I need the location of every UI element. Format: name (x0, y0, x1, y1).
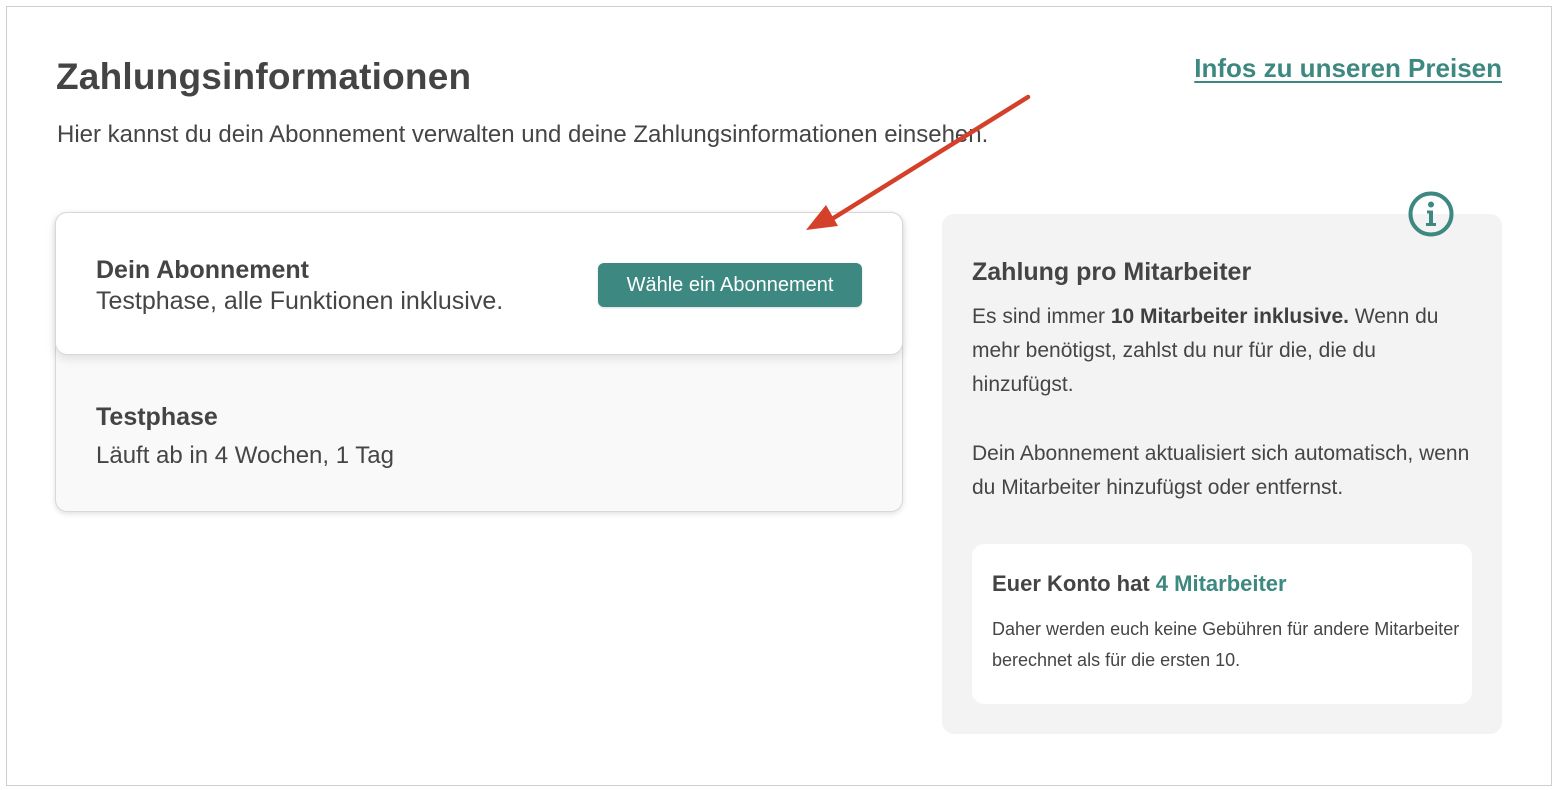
subscription-card: Dein Abonnement Testphase, alle Funktion… (55, 212, 903, 512)
account-count-heading: Euer Konto hat 4 Mitarbeiter (992, 571, 1287, 597)
included-text-bold: 10 Mitarbeiter inklusive. (1110, 305, 1349, 328)
subscription-description: Testphase, alle Funktionen inklusive. (96, 287, 504, 315)
page-subtitle: Hier kannst du dein Abonnement verwalten… (57, 121, 989, 148)
current-subscription-section: Dein Abonnement Testphase, alle Funktion… (55, 212, 903, 355)
choose-subscription-button[interactable]: Wähle ein Abonnement (598, 263, 862, 307)
per-employee-info-panel: Zahlung pro Mitarbeiter Es sind immer 10… (942, 214, 1502, 734)
trial-expiry-text: Läuft ab in 4 Wochen, 1 Tag (96, 442, 394, 469)
subscription-heading: Dein Abonnement (96, 256, 309, 284)
account-employee-count-box: Euer Konto hat 4 Mitarbeiter Daher werde… (972, 544, 1472, 704)
included-text-prefix: Es sind immer (972, 305, 1111, 328)
info-icon[interactable] (1408, 191, 1454, 237)
fee-note: Daher werden euch keine Gebühren für and… (992, 619, 1460, 670)
trial-heading: Testphase (96, 403, 218, 431)
auto-update-text: Dein Abonnement aktualisiert sich automa… (972, 442, 1470, 499)
pricing-info-link[interactable]: Infos zu unseren Preisen (1194, 53, 1502, 84)
page-title: Zahlungsinformationen (56, 56, 472, 97)
included-employees-text: Es sind immer 10 Mitarbeiter inklusive. … (972, 300, 1482, 402)
account-count-prefix: Euer Konto hat (992, 571, 1156, 596)
info-heading: Zahlung pro Mitarbeiter (972, 258, 1252, 286)
employee-count-value: 4 Mitarbeiter (1155, 571, 1287, 596)
